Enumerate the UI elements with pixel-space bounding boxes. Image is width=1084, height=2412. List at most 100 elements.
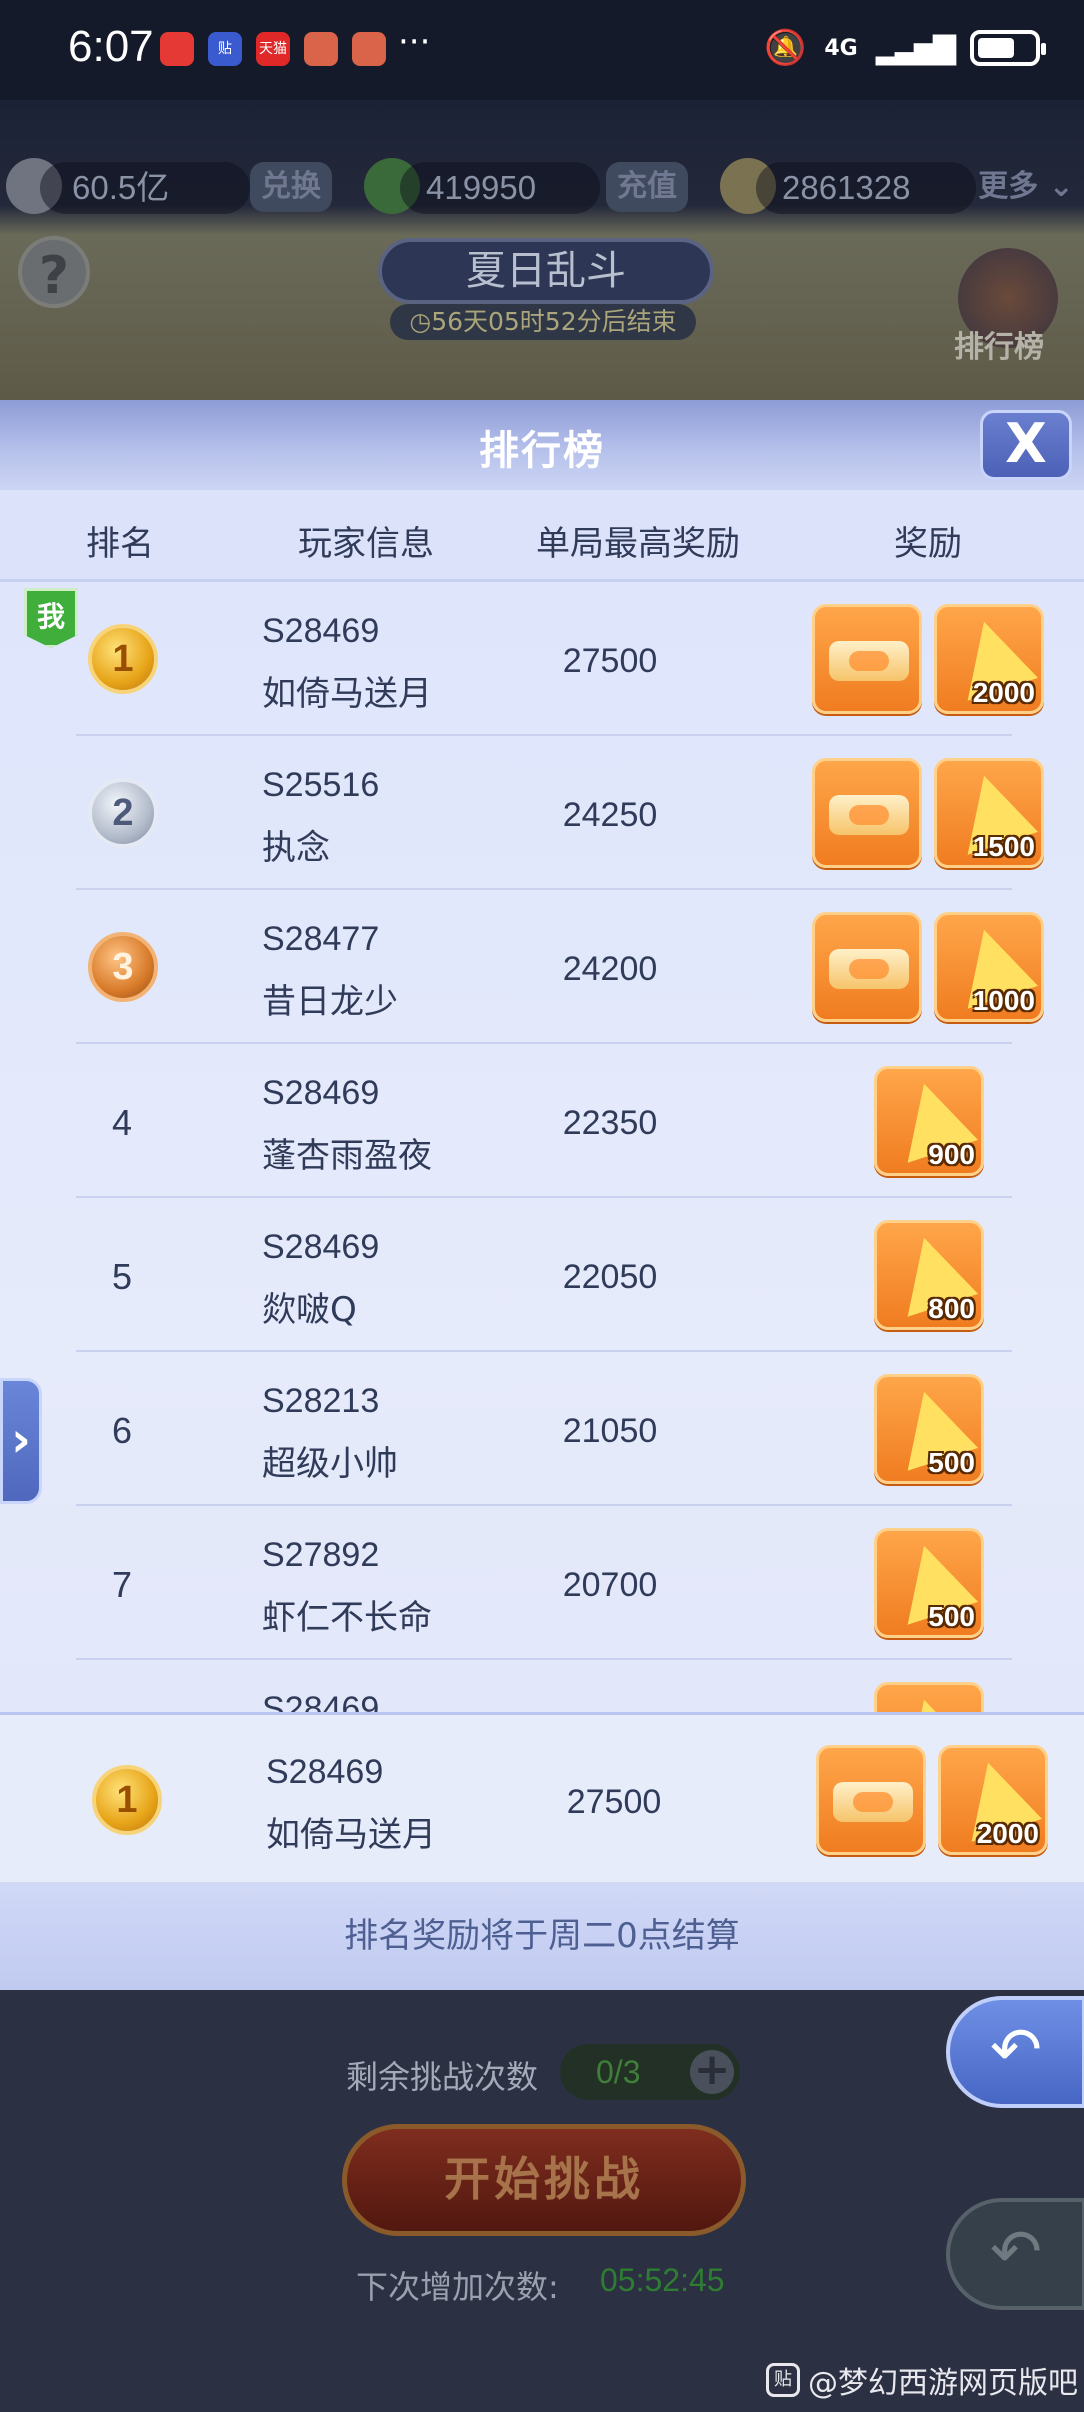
battle-badge-reward-icon[interactable] [816,1745,926,1855]
battle-badge-reward-icon[interactable] [812,912,922,1022]
leaderboard-row[interactable]: 7 S27892 虾仁不长命 20700 500 [76,1506,1012,1660]
currency-bar: 60.5亿 兑换 419950 充值 2861328 更多 ⌄ [0,156,1084,220]
remaining-attempts-label: 剩余挑战次数 [346,2058,539,2096]
chevron-down-icon: ⌄ [1048,169,1074,204]
player-server: S27892 [262,1536,380,1574]
mute-icon: 🔕 [763,28,807,68]
clock: 6:07 [68,22,154,71]
leaderboard-row[interactable]: 5 S28469 欻啵Q 22050 800 [76,1198,1012,1352]
bronze-medal-icon: 3 [88,932,158,1002]
my-rank-row: 1 S28469 如倚马送月 27500 2000 [0,1712,1084,1882]
my-rank-entry: 1 S28469 如倚马送月 27500 2000 [80,1723,1048,1877]
melon-gem-reward-icon[interactable]: 900 [874,1066,984,1176]
player-server: S28469 [266,1753,384,1791]
add-attempts-button[interactable]: + [690,2048,734,2094]
next-increase-label: 下次增加次数: [356,2268,559,2306]
side-expand-tab[interactable]: › [0,1378,42,1504]
recharge-button[interactable]: 充值 [606,162,688,212]
clock-icon: ◷ [409,307,432,336]
reward-quantity: 2000 [972,677,1035,708]
player-server: S28213 [262,1382,380,1420]
tieba-app-icon: 贴 [208,32,242,66]
melon-gem-reward-icon[interactable] [874,1682,984,1712]
more-button[interactable]: 更多 ⌄ [976,162,1076,212]
reward-quantity: 900 [928,1139,975,1170]
event-countdown: ◷56天05时52分后结束 [390,304,696,340]
player-server: S28469 [262,1690,380,1712]
silver-amount: 60.5亿 [40,162,250,214]
melon-gem-reward-icon[interactable]: 1500 [934,758,1044,868]
rank-number: 7 [111,1564,133,1605]
player-server: S25516 [262,766,380,804]
jade-amount: 419950 [400,162,600,214]
melon-gem-reward-icon[interactable]: 500 [874,1374,984,1484]
watermark: 贴 @梦幻西游网页版吧 [766,2358,1078,2402]
exchange-button[interactable]: 兑换 [250,162,332,212]
leaderboard-row[interactable]: 4 S28469 蓬杏雨盈夜 22350 900 [76,1044,1012,1198]
reward-quantity: 1500 [972,831,1035,862]
melon-gem-reward-icon[interactable]: 2000 [938,1745,1048,1855]
column-best-score: 单局最高奖励 [536,524,740,564]
column-header: 排名 玩家信息 单局最高奖励 奖励 [0,490,1084,582]
leaderboard-row[interactable]: 1 S28469 如倚马送月 27500 2000 [76,582,1044,736]
player-server: S28469 [262,1228,380,1266]
settlement-note: 排名奖励将于周二0点结算 [0,1882,1084,1990]
player-server: S28469 [262,1074,380,1112]
player-name: 如倚马送月 [266,1815,436,1855]
network-label: 4G [824,35,858,61]
leaderboard-row[interactable]: 2 S25516 执念 24250 1500 [76,736,1044,890]
leaderboard-panel: 排行榜 X 排名 玩家信息 单局最高奖励 奖励 1 S28469 如倚马送月 2750… [0,400,1084,1990]
player-score: 21050 [562,1412,658,1450]
player-score: 22050 [562,1258,658,1296]
player-name: 昔日龙少 [262,982,398,1022]
next-increase-timer: 05:52:45 [600,2262,725,2298]
gold-medal-icon: 1 [92,1765,162,1835]
reward-quantity: 500 [928,1601,975,1632]
reward-quantity: 1000 [972,985,1035,1016]
help-button[interactable]: ? [18,236,90,308]
reward-quantity: 500 [928,1447,975,1478]
player-score: 24200 [562,950,658,988]
status-indicators: 🔕 4G ▂▃▅▇ [763,28,1046,68]
melon-gem-reward-icon[interactable]: 2000 [934,604,1044,714]
column-player-info: 玩家信息 [298,524,434,564]
player-name: 如倚马送月 [262,674,432,714]
gold-amount: 2861328 [756,162,976,214]
battery-icon [970,30,1046,66]
signal-icon: ▂▃▅▇ [875,30,956,66]
leaderboard-row[interactable]: 3 S28477 昔日龙少 24200 1000 [76,890,1044,1044]
game-app-icon-2 [352,32,386,66]
back-arrow-button[interactable]: ↶ [946,1996,1084,2108]
player-score: 20700 [562,1566,658,1604]
melon-gem-reward-icon[interactable]: 500 [874,1528,984,1638]
huawei-app-icon [160,32,194,66]
status-bar: 6:07 贴 天猫 ··· 🔕 4G ▂▃▅▇ [0,0,1084,100]
battle-badge-reward-icon[interactable] [812,758,922,868]
leaderboard-entry-label[interactable]: 排行榜 [954,322,1044,366]
player-name: 执念 [262,828,330,868]
back-arrow-icon: ↶ [990,2013,1042,2086]
tieba-icon: 贴 [766,2363,800,2397]
battle-badge-reward-icon[interactable] [812,604,922,714]
leaderboard-row[interactable]: 8S28469 [76,1660,1012,1712]
panel-header: 排行榜 X [0,400,1084,490]
player-name: 蓬杏雨盈夜 [262,1136,432,1176]
tmall-app-icon: 天猫 [256,32,290,66]
silver-medal-icon: 2 [88,778,158,848]
player-score: 22350 [562,1104,658,1142]
start-challenge-button[interactable]: 开始挑战 [342,2124,746,2236]
leaderboard-list[interactable]: 1 S28469 如倚马送月 27500 2000 2 S25516 执念 24250 1500 3… [0,582,1084,1712]
back-arrow-icon: ↶ [990,2215,1042,2288]
reward-quantity: 800 [928,1293,975,1324]
back-arrow-button-dim[interactable]: ↶ [946,2198,1084,2310]
column-reward: 奖励 [894,524,962,564]
more-notifications-icon: ··· [398,22,431,62]
panel-title: 排行榜 [479,428,605,474]
close-button[interactable]: X [980,410,1072,480]
game-app-icon [304,32,338,66]
melon-gem-reward-icon[interactable]: 1000 [934,912,1044,1022]
melon-gem-reward-icon[interactable]: 800 [874,1220,984,1330]
event-title: 夏日乱斗 [378,238,714,304]
leaderboard-row[interactable]: 6 S28213 超级小帅 21050 500 [76,1352,1012,1506]
player-name: 超级小帅 [262,1444,398,1484]
